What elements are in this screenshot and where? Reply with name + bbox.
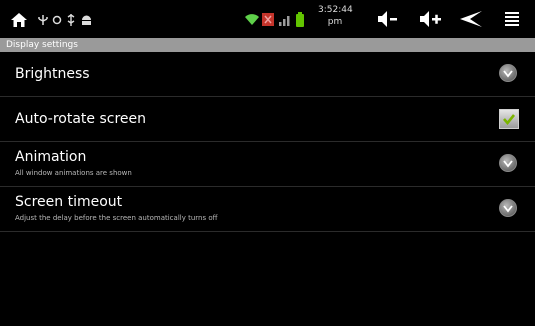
sync-icon: [52, 15, 62, 25]
status-time: 3:52:44 pm: [318, 5, 353, 27]
setting-title: Brightness: [15, 66, 90, 82]
menu-icon[interactable]: [505, 12, 519, 26]
checkmark-icon: [503, 114, 516, 126]
status-bar: 3:52:44 pm: [0, 0, 535, 38]
setting-screen-timeout[interactable]: Screen timeout Adjust the delay before t…: [0, 187, 535, 232]
android-icon: [82, 15, 91, 25]
volume-up-icon[interactable]: [419, 11, 443, 27]
setting-title: Auto-rotate screen: [15, 111, 146, 127]
usb-debug-icon: [67, 14, 75, 26]
setting-brightness[interactable]: Brightness: [0, 52, 535, 97]
setting-summary: Adjust the delay before the screen autom…: [15, 214, 218, 222]
battery-icon: [296, 12, 304, 27]
setting-summary: All window animations are shown: [15, 169, 132, 177]
volume-down-icon[interactable]: [377, 11, 399, 27]
chevron-down-icon[interactable]: [499, 64, 517, 82]
setting-title: Screen timeout: [15, 194, 123, 210]
chevron-down-icon[interactable]: [499, 154, 517, 172]
back-icon[interactable]: [460, 11, 484, 27]
setting-animation[interactable]: Animation All window animations are show…: [0, 142, 535, 187]
setting-title: Animation: [15, 149, 87, 165]
home-icon[interactable]: [10, 12, 28, 28]
setting-auto-rotate[interactable]: Auto-rotate screen: [0, 97, 535, 142]
chevron-down-icon[interactable]: [499, 199, 517, 217]
device-screen: 3:52:44 pm Display settings Brightness A…: [0, 0, 535, 326]
data-icon: [262, 13, 274, 26]
screen-title-bar: Display settings: [0, 38, 535, 52]
auto-rotate-checkbox[interactable]: [499, 109, 519, 129]
settings-list: Brightness Auto-rotate screen Animation …: [0, 52, 535, 232]
signal-icon: [279, 16, 290, 26]
usb-icon: [38, 15, 48, 25]
wifi-icon: [245, 14, 259, 25]
screen-title: Display settings: [6, 40, 78, 50]
